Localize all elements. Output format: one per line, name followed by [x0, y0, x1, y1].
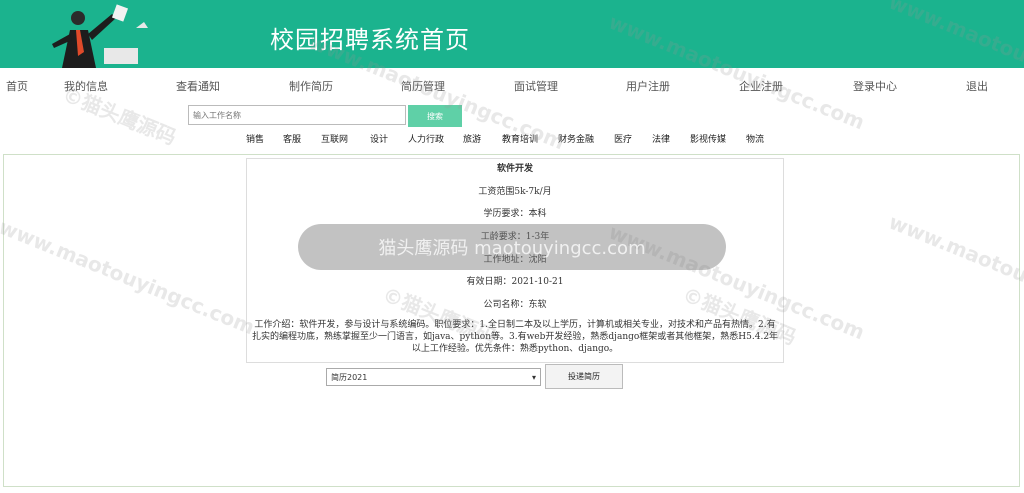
category-internet[interactable]: 互联网 [321, 132, 348, 145]
category-medical[interactable]: 医疗 [614, 132, 632, 145]
nav-home[interactable]: 首页 [6, 78, 28, 94]
category-hr[interactable]: 人力行政 [408, 132, 444, 145]
nav-my-info[interactable]: 我的信息 [64, 78, 108, 94]
logo-illustration-icon [52, 4, 148, 68]
submit-resume-button[interactable]: 投递简历 [545, 364, 623, 389]
nav-login-center[interactable]: 登录中心 [853, 78, 897, 94]
job-salary: 工资范围5k-7k/月 [478, 187, 552, 197]
category-law[interactable]: 法律 [652, 132, 670, 145]
search-button[interactable]: 搜索 [408, 105, 462, 127]
nav-company-register[interactable]: 企业注册 [739, 78, 783, 94]
category-design[interactable]: 设计 [370, 132, 388, 145]
category-service[interactable]: 客服 [283, 132, 301, 145]
header-bar: 校园招聘系统首页 [0, 0, 1024, 68]
category-sales[interactable]: 销售 [246, 132, 264, 145]
job-title: 软件开发 [496, 164, 533, 174]
nav-resume-manage[interactable]: 简历管理 [401, 78, 445, 94]
category-bar: 销售 客服 互联网 设计 人力行政 旅游 教育培训 财务金融 医疗 法律 影视传… [0, 132, 1024, 146]
nav-create-resume[interactable]: 制作简历 [289, 78, 333, 94]
job-education: 学历要求：本科 [483, 209, 547, 219]
chevron-down-icon: ▾ [531, 372, 536, 382]
category-logistics[interactable]: 物流 [746, 132, 764, 145]
category-finance[interactable]: 财务金融 [558, 132, 594, 145]
nav-interview-manage[interactable]: 面试管理 [514, 78, 558, 94]
site-title: 校园招聘系统首页 [270, 26, 470, 54]
job-experience: 工龄要求：1-3年 [480, 232, 550, 242]
nav-notices[interactable]: 查看通知 [176, 78, 220, 94]
main-nav: 首页 我的信息 查看通知 制作简历 简历管理 面试管理 用户注册 企业注册 登录… [0, 78, 1024, 98]
category-media[interactable]: 影视传媒 [690, 132, 726, 145]
nav-logout[interactable]: 退出 [966, 78, 988, 94]
category-education[interactable]: 教育培训 [502, 132, 538, 145]
job-search-input[interactable] [188, 105, 406, 125]
nav-user-register[interactable]: 用户注册 [626, 78, 670, 94]
job-location: 工作地址：沈阳 [483, 255, 547, 265]
job-detail-card: 软件开发 工资范围5k-7k/月 学历要求：本科 工龄要求：1-3年 工作地址：… [246, 158, 784, 363]
resume-select[interactable]: 简历2021 ▾ [326, 368, 541, 386]
job-valid-date: 有效日期：2021-10-21 [466, 277, 564, 287]
job-description: 工作介绍：软件开发，参与设计与系统编码。职位要求：1.全日制二本及以上学历，计算… [251, 320, 779, 354]
job-company: 公司名称：东软 [483, 300, 547, 310]
category-travel[interactable]: 旅游 [463, 132, 481, 145]
resume-select-value: 简历2021 [331, 372, 368, 382]
